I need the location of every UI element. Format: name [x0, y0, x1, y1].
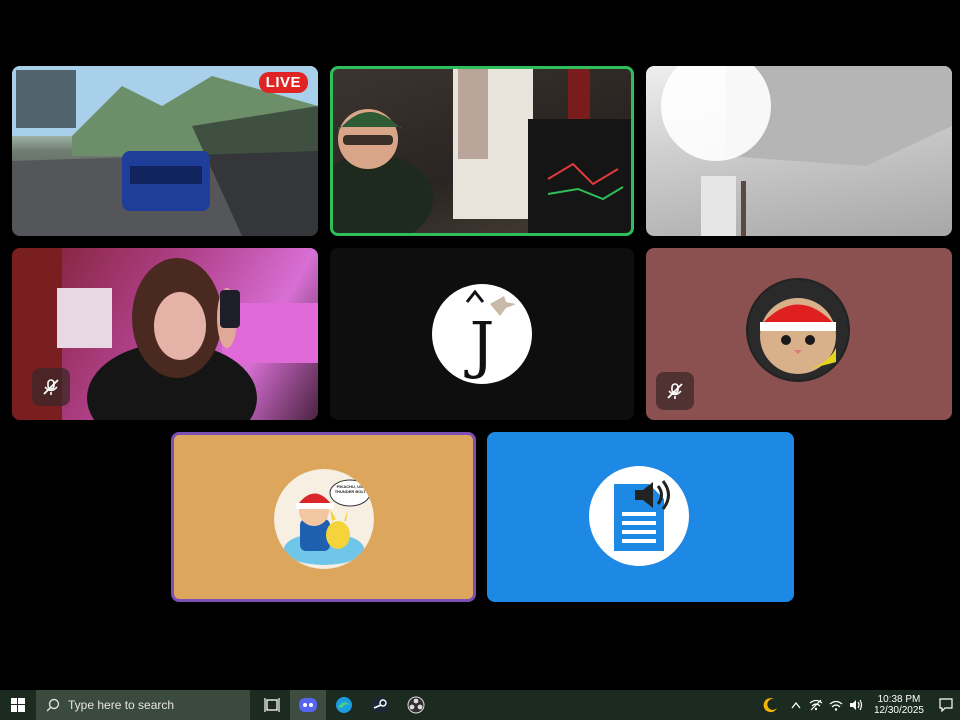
chevron-up-icon	[791, 701, 801, 709]
windows-start-icon	[11, 698, 25, 712]
notification-center-button[interactable]	[932, 690, 960, 720]
j-logo-image: J	[464, 289, 516, 381]
document-speaker-avatar	[589, 466, 689, 566]
show-hidden-icons-button[interactable]	[786, 690, 806, 720]
discord-taskbar-button[interactable]	[290, 690, 326, 720]
task-view-button[interactable]	[254, 690, 290, 720]
battery-tray-icon[interactable]	[826, 690, 846, 720]
taskbar-clock[interactable]: 10:38 PM 12/30/2025	[874, 694, 924, 716]
mute-indicator	[32, 368, 70, 406]
video-tile-girl-webcam[interactable]	[12, 248, 318, 420]
video-tile-game-stream[interactable]: LIVE	[12, 66, 318, 236]
search-icon	[46, 698, 60, 712]
mute-indicator	[656, 372, 694, 410]
participant-tile-ash-avatar[interactable]: PIKACHU, USE THUNDER BOLT!	[171, 432, 476, 602]
taskbar-search-box[interactable]: Type here to search	[36, 690, 250, 720]
clock-date: 12/30/2025	[873, 705, 924, 716]
windows-taskbar: Type here to search 10:38 PM 12/30/2025	[0, 690, 960, 720]
steam-icon	[372, 697, 388, 713]
mic-muted-icon	[43, 379, 59, 395]
cat-santa-image	[748, 280, 848, 380]
cat-avatar	[746, 278, 850, 382]
video-tile-ceiling-camera[interactable]	[646, 66, 952, 236]
video-tile-streamer-active-speaker[interactable]	[330, 66, 634, 236]
wifi-icon	[829, 700, 843, 711]
mic-muted-icon	[667, 383, 683, 399]
participant-tile-j-avatar[interactable]: J	[330, 248, 634, 420]
obs-taskbar-button[interactable]	[398, 690, 434, 720]
moon-icon	[763, 698, 777, 713]
system-tray: 10:38 PM 12/30/2025	[756, 690, 960, 720]
document-audio-icon	[614, 480, 670, 551]
volume-tray-icon[interactable]	[846, 690, 866, 720]
obs-icon	[407, 696, 425, 714]
notification-icon	[939, 698, 953, 712]
participant-tile-cat-avatar[interactable]	[646, 248, 952, 420]
speech-bubble-text: PIKACHU, USE THUNDER BOLT!	[334, 484, 368, 494]
discord-icon	[299, 698, 317, 712]
participant-tile-document-avatar[interactable]	[487, 432, 794, 602]
clock-time: 10:38 PM	[877, 694, 921, 705]
j-letter: J	[464, 308, 495, 381]
j-avatar: J	[432, 284, 532, 384]
steam-taskbar-button[interactable]	[362, 690, 398, 720]
task-view-icon	[264, 698, 280, 712]
start-button[interactable]	[0, 690, 36, 720]
edge-taskbar-button[interactable]	[326, 690, 362, 720]
streamer-webcam-image	[333, 69, 631, 233]
wifi-off-icon	[809, 699, 823, 711]
volume-icon	[849, 699, 863, 711]
network-tray-icon[interactable]	[806, 690, 826, 720]
ceiling-camera-image	[661, 66, 952, 236]
ash-pikachu-avatar: PIKACHU, USE THUNDER BOLT!	[274, 469, 374, 569]
night-light-indicator[interactable]	[756, 690, 786, 720]
edge-icon	[336, 697, 352, 713]
live-badge: LIVE	[258, 72, 308, 93]
search-placeholder: Type here to search	[68, 698, 175, 712]
